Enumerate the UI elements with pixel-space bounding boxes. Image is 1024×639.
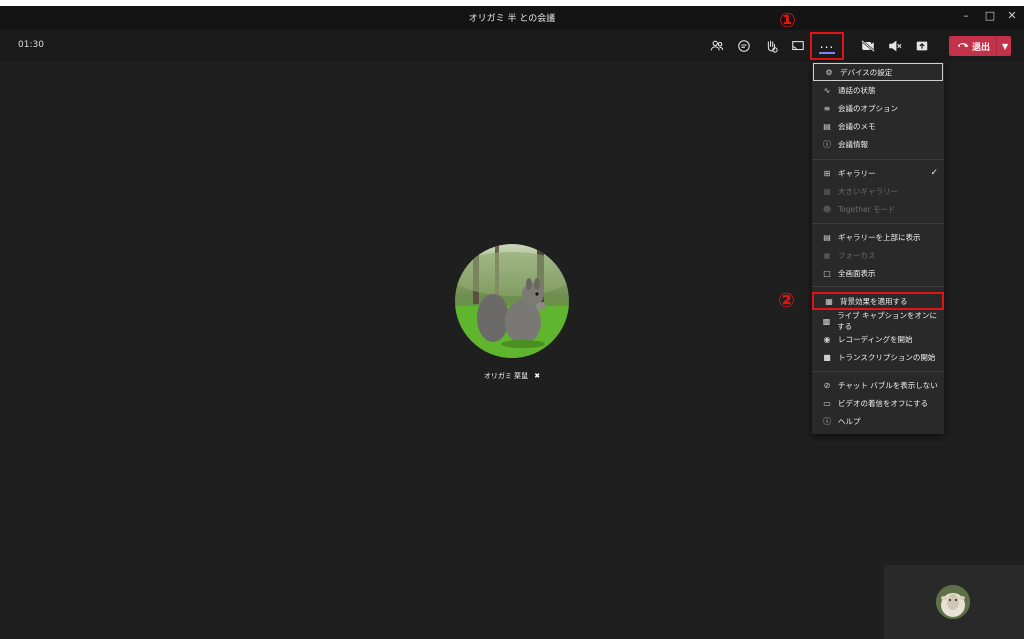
window-title: オリガミ 半 との会議 bbox=[468, 14, 556, 24]
menu-item-turn-off-incoming-video[interactable]: ▭ ビデオの着信をオフにする bbox=[812, 394, 944, 412]
menu-item-meeting-options[interactable]: ≡ 会議のオプション bbox=[812, 99, 944, 117]
menu-divider bbox=[812, 286, 944, 287]
cc-icon: ▩ bbox=[822, 316, 831, 326]
menu-item-gallery[interactable]: ⊞ ギャラリー ✓ bbox=[812, 164, 944, 182]
more-actions-button[interactable]: ... bbox=[810, 32, 844, 60]
self-video-tile[interactable] bbox=[884, 565, 1024, 639]
gear-icon: ⚙ bbox=[825, 67, 833, 77]
chevron-down-icon[interactable]: ▼ bbox=[1002, 42, 1008, 51]
callout-one: ① bbox=[779, 8, 796, 32]
mic-off-icon: ✖ bbox=[534, 372, 541, 380]
large-grid-icon: ▦ bbox=[823, 186, 831, 196]
maximize-button[interactable]: □ bbox=[980, 9, 1000, 22]
transcript-icon: ■ bbox=[823, 352, 831, 362]
menu-divider bbox=[812, 223, 944, 224]
top-gallery-icon: ▤ bbox=[823, 232, 831, 242]
notes-icon: ▤ bbox=[823, 121, 831, 131]
menu-item-meeting-info[interactable]: ⓘ 会議情報 bbox=[812, 135, 944, 153]
video-off-icon: ▭ bbox=[823, 398, 831, 408]
title-bar: オリガミ 半 との会議 – □ ✕ bbox=[0, 0, 1024, 30]
leave-button[interactable]: 退出 ▼ bbox=[949, 36, 1011, 56]
callout-two: ② bbox=[778, 288, 795, 312]
hang-up-icon bbox=[957, 41, 969, 52]
background-effects-icon: ▦ bbox=[825, 296, 833, 306]
chat-bubble-off-icon: ⊘ bbox=[823, 380, 831, 390]
record-icon: ◉ bbox=[823, 334, 831, 344]
menu-item-focus: ▣ フォーカス bbox=[812, 246, 944, 264]
reactions-icon[interactable] bbox=[760, 36, 782, 56]
menu-item-help[interactable]: ⓘ ヘルプ bbox=[812, 412, 944, 430]
fullscreen-icon: □ bbox=[823, 268, 831, 278]
focus-icon: ▣ bbox=[823, 250, 831, 260]
info-icon: ⓘ bbox=[823, 139, 831, 149]
speaker-mute-icon[interactable] bbox=[884, 36, 906, 56]
participant-avatar bbox=[455, 244, 569, 358]
help-icon: ⓘ bbox=[823, 416, 831, 426]
menu-item-device-settings[interactable]: ⚙ デバイスの設定 bbox=[813, 63, 943, 81]
minimize-button[interactable]: – bbox=[956, 9, 976, 22]
menu-item-call-health[interactable]: ∿ 通話の状態 bbox=[812, 81, 944, 99]
participant-name: オリガミ 栗鼠 ✖ bbox=[440, 371, 584, 381]
camera-off-icon[interactable] bbox=[857, 36, 879, 56]
menu-item-live-captions[interactable]: ▩ ライブ キャプションをオンにする bbox=[812, 311, 944, 331]
menu-item-hide-chat-bubbles[interactable]: ⊘ チャット バブルを表示しない bbox=[812, 376, 944, 394]
menu-item-start-recording[interactable]: ◉ レコーディングを開始 bbox=[812, 330, 944, 348]
menu-divider bbox=[812, 371, 944, 372]
self-avatar bbox=[936, 585, 970, 619]
active-indicator bbox=[819, 52, 835, 54]
together-icon: ☻ bbox=[822, 204, 832, 214]
more-actions-menu: ⚙ デバイスの設定 ∿ 通話の状態 ≡ 会議のオプション ▤ 会議のメモ ⓘ 会… bbox=[812, 62, 944, 434]
participant-name-text: オリガミ 栗鼠 bbox=[483, 372, 529, 380]
close-button[interactable]: ✕ bbox=[1002, 9, 1022, 22]
share-tray-icon[interactable] bbox=[787, 36, 809, 56]
menu-item-large-gallery: ▦ 大きいギャラリー bbox=[812, 182, 944, 200]
participants-icon[interactable] bbox=[706, 36, 728, 56]
share-screen-icon[interactable] bbox=[911, 36, 933, 56]
call-timer: 01:30 bbox=[18, 40, 44, 50]
menu-item-start-transcription[interactable]: ■ トランスクリプションの開始 bbox=[812, 348, 944, 366]
menu-item-gallery-top[interactable]: ▤ ギャラリーを上部に表示 bbox=[812, 228, 944, 246]
chat-icon[interactable] bbox=[733, 36, 755, 56]
menu-item-background-effects[interactable]: ▦ 背景効果を適用する bbox=[812, 292, 944, 310]
sliders-icon: ≡ bbox=[823, 103, 831, 113]
checkmark-icon: ✓ bbox=[930, 168, 938, 178]
menu-divider bbox=[812, 159, 944, 160]
pulse-icon: ∿ bbox=[823, 85, 831, 95]
grid-icon: ⊞ bbox=[823, 168, 831, 178]
meeting-toolbar: 01:30 ... 退出 ▼ bbox=[0, 30, 1024, 63]
menu-item-meeting-notes[interactable]: ▤ 会議のメモ bbox=[812, 117, 944, 135]
leave-label: 退出 bbox=[972, 42, 991, 53]
menu-item-fullscreen[interactable]: □ 全画面表示 bbox=[812, 264, 944, 282]
menu-item-together-mode: ☻ Together モード bbox=[822, 204, 896, 214]
more-dots-icon: ... bbox=[819, 37, 835, 51]
